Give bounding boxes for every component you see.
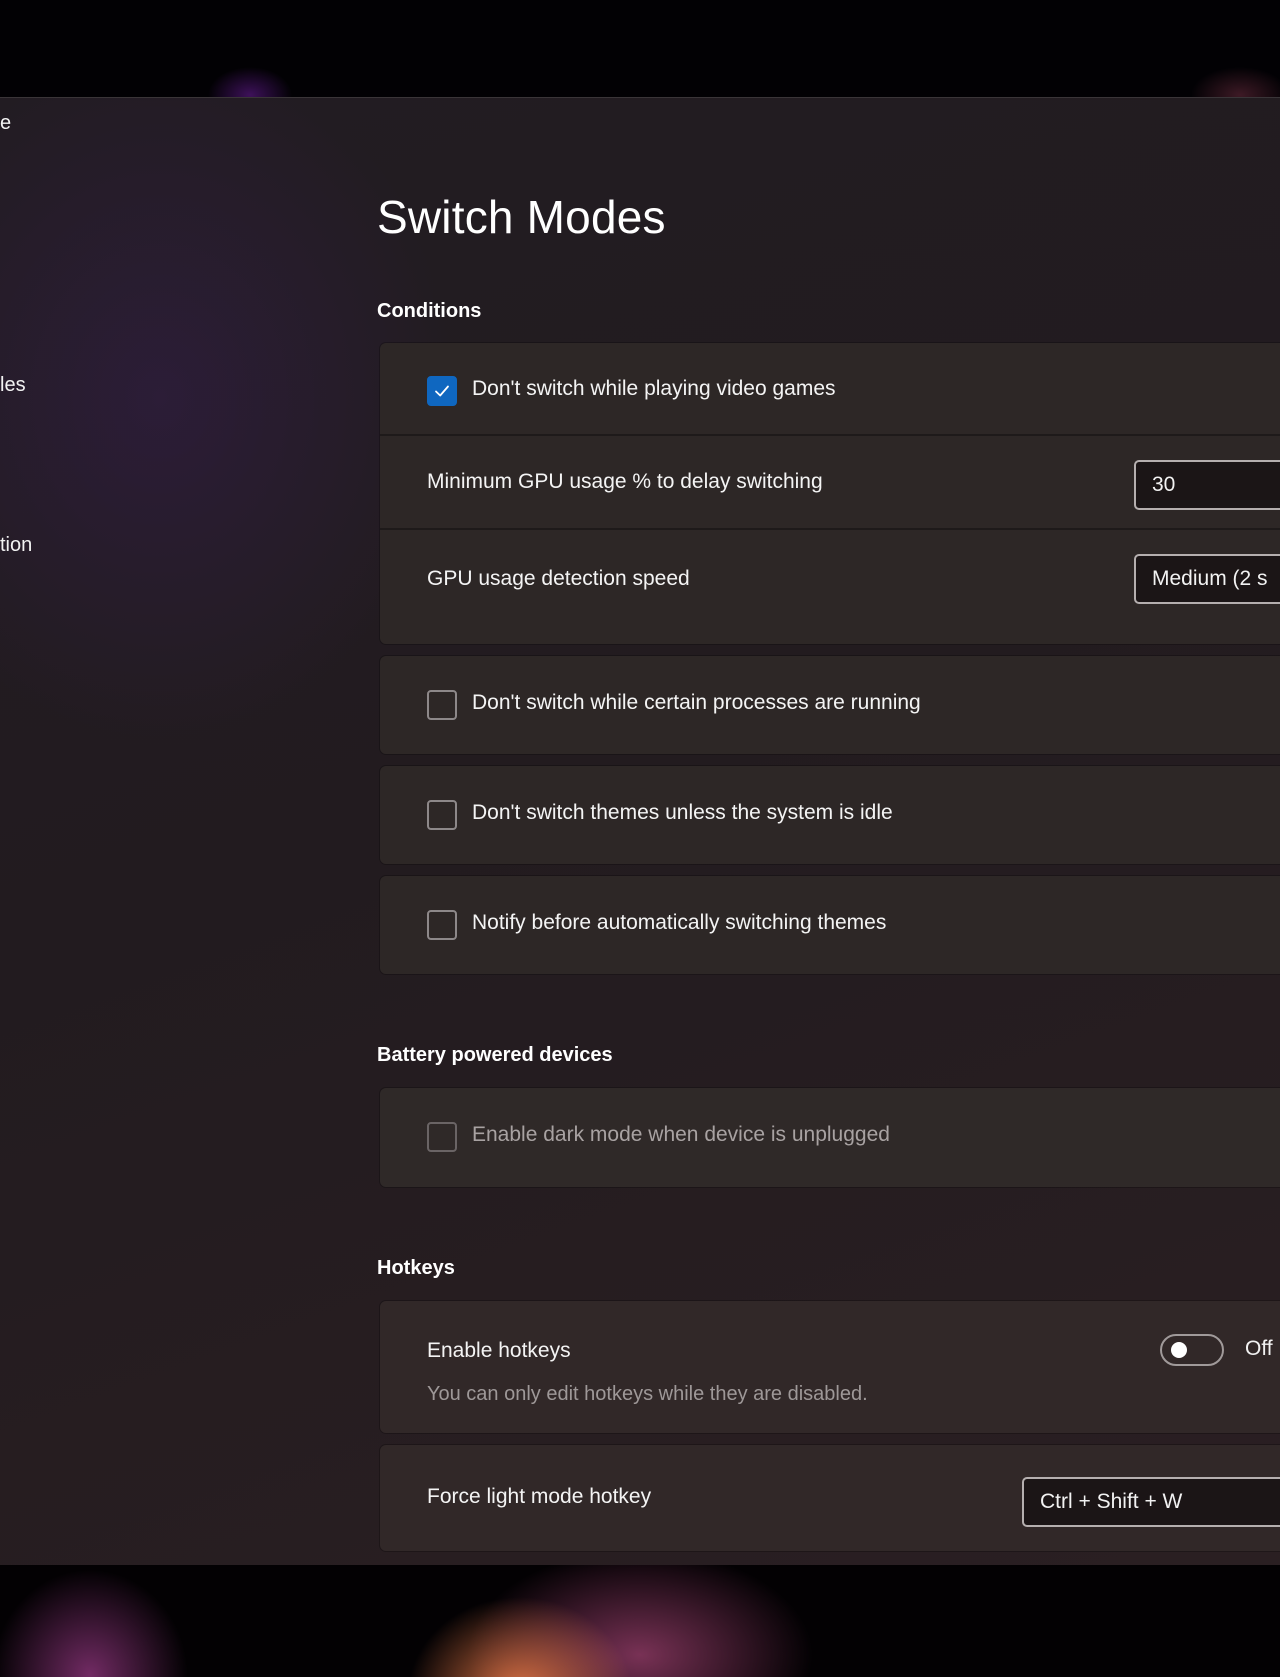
notify-label: Notify before automatically switching th… — [472, 911, 887, 934]
force-light-label: Force light mode hotkey — [427, 1485, 652, 1508]
enable-hotkeys-toggle[interactable] — [1160, 1334, 1224, 1366]
processes-checkbox[interactable] — [427, 690, 457, 720]
sidebar-item-1[interactable]: e — [0, 112, 11, 135]
processes-card: Don't switch while certain processes are… — [380, 656, 1280, 754]
checkmark-icon — [435, 385, 449, 397]
enable-hotkeys-label: Enable hotkeys — [427, 1339, 571, 1362]
section-title-battery: Battery powered devices — [377, 1044, 613, 1066]
detection-speed-label: GPU usage detection speed — [427, 567, 690, 590]
notify-checkbox[interactable] — [427, 910, 457, 940]
video-games-checkbox[interactable] — [427, 376, 457, 406]
force-light-card: Force light mode hotkey Ctrl + Shift + W — [380, 1445, 1280, 1551]
desktop-wallpaper-top — [0, 0, 1280, 97]
section-title-hotkeys: Hotkeys — [377, 1257, 455, 1279]
unplugged-label: Enable dark mode when device is unplugge… — [472, 1123, 890, 1146]
idle-card: Don't switch themes unless the system is… — [380, 766, 1280, 864]
enable-hotkeys-card: Enable hotkeys You can only edit hotkeys… — [380, 1301, 1280, 1433]
min-gpu-row: Minimum GPU usage % to delay switching 3… — [380, 434, 1280, 528]
idle-checkbox[interactable] — [427, 800, 457, 830]
page-title: Switch Modes — [377, 191, 666, 243]
video-games-row: Don't switch while playing video games — [380, 343, 1280, 434]
enable-hotkeys-description: You can only edit hotkeys while they are… — [427, 1383, 868, 1405]
section-title-conditions: Conditions — [377, 300, 482, 322]
detection-speed-row: GPU usage detection speed Medium (2 s — [380, 528, 1280, 644]
detection-speed-dropdown[interactable]: Medium (2 s — [1134, 554, 1280, 604]
toggle-knob — [1171, 1342, 1187, 1358]
sidebar-item-switch-modes[interactable]: les — [0, 374, 26, 397]
processes-label: Don't switch while certain processes are… — [472, 691, 921, 714]
desktop-wallpaper-bottom — [0, 1565, 1280, 1677]
notify-card: Notify before automatically switching th… — [380, 876, 1280, 974]
video-games-card: Don't switch while playing video games M… — [380, 343, 1280, 644]
video-games-label: Don't switch while playing video games — [472, 377, 836, 400]
min-gpu-input[interactable]: 30 — [1134, 460, 1280, 510]
enable-hotkeys-state: Off — [1245, 1337, 1273, 1360]
idle-label: Don't switch themes unless the system is… — [472, 801, 893, 824]
unplugged-card: Enable dark mode when device is unplugge… — [380, 1088, 1280, 1187]
unplugged-checkbox[interactable] — [427, 1122, 457, 1152]
force-light-hotkey-input[interactable]: Ctrl + Shift + W — [1022, 1477, 1280, 1527]
min-gpu-label: Minimum GPU usage % to delay switching — [427, 470, 823, 493]
settings-window: e les tion Switch Modes Conditions Don't… — [0, 97, 1280, 1567]
sidebar-item-3[interactable]: tion — [0, 534, 32, 557]
